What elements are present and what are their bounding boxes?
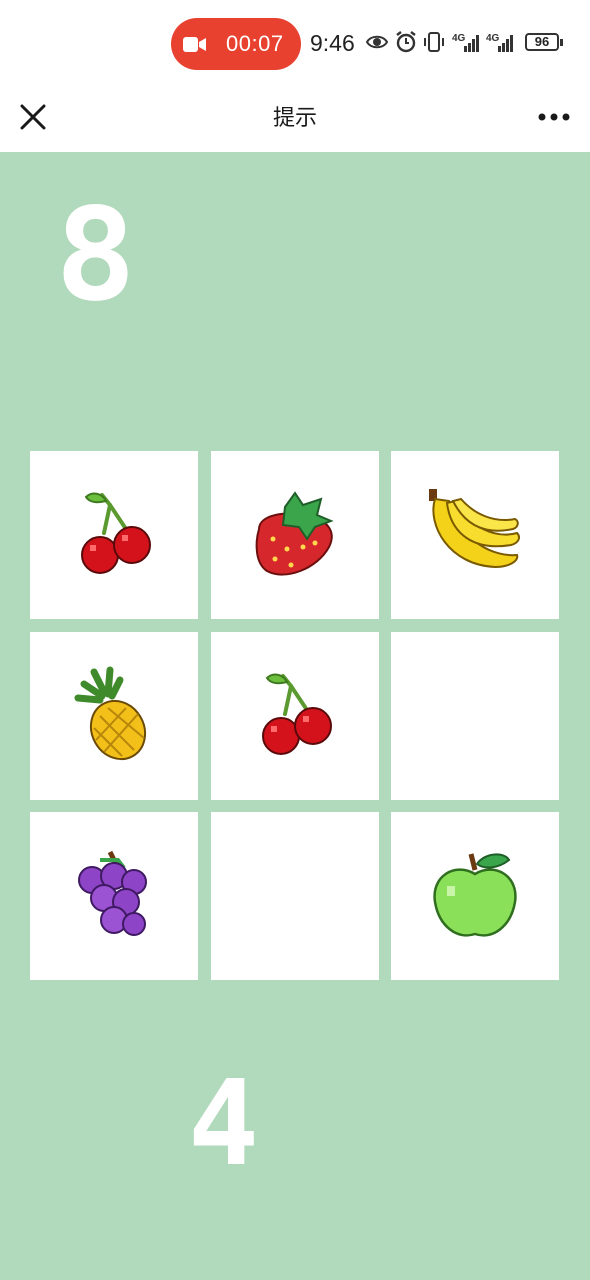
- video-camera-icon: [183, 37, 206, 52]
- screen-recording-indicator[interactable]: 00:07: [171, 18, 301, 70]
- grid-cell-1-2[interactable]: [211, 451, 379, 619]
- pineapple-icon: [74, 666, 147, 761]
- banana-icon: [429, 489, 520, 569]
- grid-cell-2-3[interactable]: [391, 632, 559, 800]
- recording-time: 00:07: [226, 31, 284, 56]
- grid-cell-1-3[interactable]: [391, 451, 559, 619]
- grape-icon: [78, 850, 147, 936]
- grid-cell-1-1[interactable]: [30, 451, 198, 619]
- cherry-icon: [262, 673, 332, 755]
- grid-cell-3-1[interactable]: [30, 812, 198, 980]
- clock: 9:46: [310, 30, 355, 56]
- alarm-icon: [396, 31, 416, 53]
- bottom-number: 4: [188, 1054, 260, 1192]
- eye-icon: [365, 35, 389, 49]
- grid-cell-3-2[interactable]: [211, 812, 379, 980]
- nav-bar: 提示: [0, 86, 590, 152]
- page-title: 提示: [272, 105, 317, 130]
- strawberry-icon: [255, 491, 334, 576]
- cherry-icon: [81, 492, 151, 574]
- more-icon[interactable]: [534, 100, 574, 134]
- grid-cell-2-1[interactable]: [30, 632, 198, 800]
- battery-icon: 96: [525, 33, 559, 51]
- status-bar: 00:07 9:46 4G 4G 96: [0, 0, 590, 86]
- apple-icon: [433, 853, 517, 937]
- signal-icon: [464, 35, 479, 52]
- grid-cell-3-3[interactable]: [391, 812, 559, 980]
- top-number: 8: [55, 181, 136, 330]
- battery-tip: [560, 39, 563, 46]
- fruit-grid: [30, 451, 560, 981]
- vibrate-icon: [424, 32, 444, 52]
- grid-cell-2-2[interactable]: [211, 632, 379, 800]
- signal-icon-2: [498, 35, 513, 52]
- battery-level: 96: [534, 34, 550, 49]
